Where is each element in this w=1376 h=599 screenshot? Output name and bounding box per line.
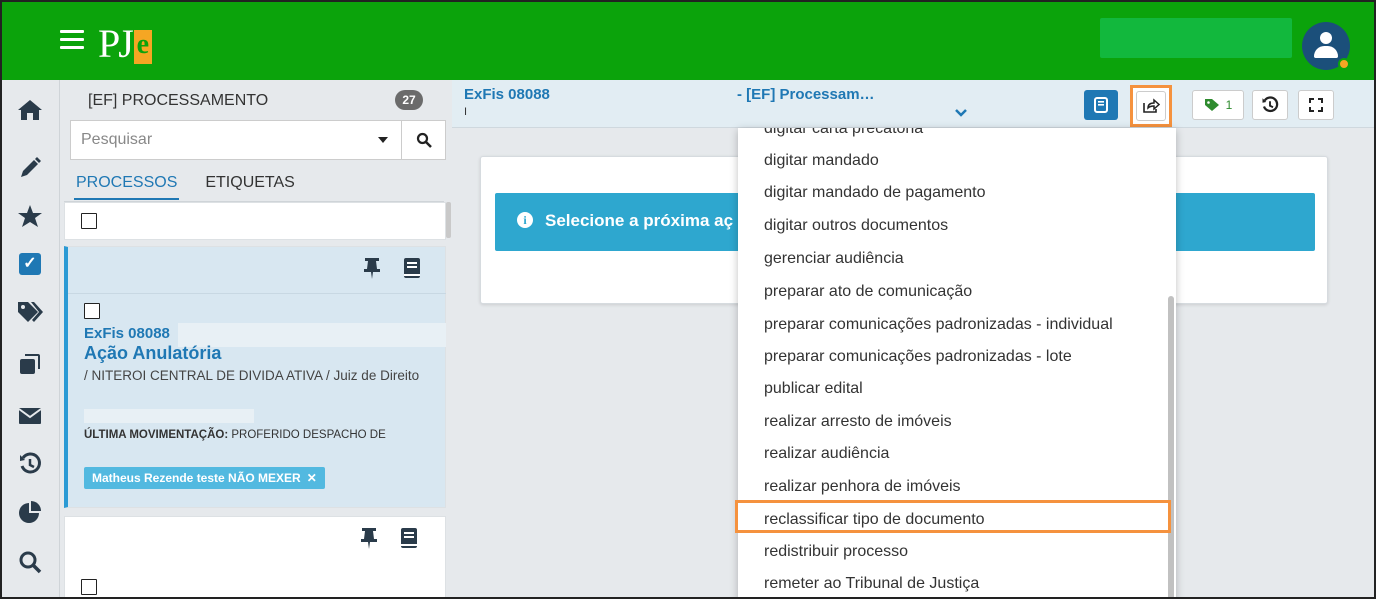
select-checkbox[interactable] [81,213,97,229]
process-tab-sub: I [464,106,468,118]
autos-button[interactable] [1084,90,1118,120]
process-class[interactable]: Ação Anulatória [84,343,221,364]
history-icon[interactable] [12,446,48,482]
process-location: / NITEROI CENTRAL DE DIVIDA ATIVA / Juiz… [84,368,420,383]
dropdown-item[interactable]: redistribuir processo [764,543,908,561]
dropdown-item[interactable]: gerenciar audiência [764,250,904,268]
tag-remove-icon[interactable]: ✕ [307,467,317,489]
process-tab-bar: ExFis 08088 - [EF] Processam… I 1 [452,80,1374,128]
menu-icon[interactable] [60,30,84,50]
tags-icon[interactable] [12,294,48,330]
process-number[interactable]: ExFis 08088 [84,325,170,342]
pin-icon[interactable] [359,527,379,549]
transition-button[interactable] [1130,85,1172,127]
search-box [70,120,446,160]
last-movement: ÚLTIMA MOVIMENTAÇÃO: PROFERIDO DESPACHO … [84,429,386,441]
pje-logo[interactable]: PJ e [98,18,152,64]
tag-chip[interactable]: Matheus Rezende teste NÃO MEXER ✕ [84,467,325,489]
dropdown-item[interactable]: digitar carta precatória [764,128,923,138]
status-dot [1338,58,1350,70]
process-tab-number[interactable]: ExFis 08088 [464,86,550,103]
logo-accent: e [133,30,152,64]
avatar-head [1320,32,1332,44]
process-list-panel: [EF] PROCESSAMENTO 27 PROCESSOS ETIQUETA… [60,80,452,597]
search-filter-dropdown[interactable] [365,121,401,159]
transition-dropdown: digitar carta precatória digitar mandado… [738,128,1176,597]
dropdown-item[interactable]: digitar outros documentos [764,217,948,235]
count-badge: 27 [395,90,423,110]
dropdown-item[interactable]: realizar audiência [764,445,889,463]
redacted-line [84,409,254,423]
list-item[interactable] [64,202,446,240]
fullscreen-button[interactable] [1298,90,1334,120]
home-icon[interactable] [12,92,48,128]
book-icon [1094,97,1108,113]
tab-etiquetas[interactable]: ETIQUETAS [203,174,297,200]
tags-button[interactable]: 1 [1192,90,1244,120]
pin-icon[interactable] [362,257,382,279]
book-icon[interactable] [402,257,422,279]
app-window: PJ e ✓ [EF] PROCESSAMENTO 27 Pesquisar P… [0,0,1376,599]
last-movement-value: PROFERIDO DESPACHO DE [231,429,386,441]
select-checkbox[interactable] [81,579,97,595]
search-button[interactable] [401,121,445,159]
list-scrollbar[interactable] [446,202,451,238]
dropdown-item[interactable]: realizar penhora de imóveis [764,478,961,496]
panel-title: [EF] PROCESSAMENTO [88,92,269,109]
left-icon-rail: ✓ [2,80,60,597]
star-icon[interactable] [12,198,48,234]
info-message: Selecione a próxima aç [545,211,734,230]
tag-label: Matheus Rezende teste NÃO MEXER [92,471,301,485]
dropdown-item-reclassificar[interactable]: reclassificar tipo de documento [764,511,985,529]
tag-icon [1204,99,1219,111]
tags-count: 1 [1225,98,1233,112]
list-item-selected[interactable]: ExFis 08088 Ação Anulatória / NITEROI CE… [64,246,446,508]
last-movement-label: ÚLTIMA MOVIMENTAÇÃO: [84,429,229,441]
select-checkbox[interactable] [84,303,100,319]
panel-tabs: PROCESSOS ETIQUETAS [74,174,321,200]
checkbox-icon[interactable]: ✓ [12,246,48,282]
user-avatar[interactable] [1302,22,1350,70]
list-item[interactable] [64,516,446,597]
card-divider [68,293,446,294]
share-icon [1136,91,1166,121]
pencil-icon[interactable] [12,150,48,186]
dropdown-item[interactable]: preparar comunicações padronizadas - lot… [764,348,1072,366]
user-info-box [1100,18,1292,58]
fullscreen-icon [1309,98,1323,112]
search-icon [416,132,432,148]
caret-down-icon [378,137,388,143]
dropdown-item[interactable]: realizar arresto de imóveis [764,413,952,431]
logo-text: PJ [98,21,134,66]
top-header: PJ e [2,2,1374,80]
dropdown-item[interactable]: remeter ao Tribunal de Justiça [764,575,979,593]
search-icon[interactable] [12,544,48,580]
history-icon [1262,96,1279,113]
history-button[interactable] [1252,90,1288,120]
copy-icon[interactable] [12,346,48,382]
dropdown-item[interactable]: publicar edital [764,380,863,398]
dropdown-item[interactable]: preparar comunicações padronizadas - ind… [764,316,1113,334]
pie-chart-icon[interactable] [12,494,48,530]
dropdown-item[interactable]: digitar mandado [764,152,879,170]
dropdown-scrollbar[interactable] [1168,296,1174,597]
dropdown-item[interactable]: digitar mandado de pagamento [764,184,986,202]
dropdown-item[interactable]: preparar ato de comunicação [764,283,972,301]
avatar-body [1314,46,1338,58]
book-icon[interactable] [399,527,419,549]
process-tab-task[interactable]: - [EF] Processam… [737,86,875,103]
search-input[interactable] [71,121,365,159]
envelope-icon[interactable] [12,398,48,434]
tab-processos[interactable]: PROCESSOS [74,174,180,200]
info-icon: i [517,212,533,228]
chevron-down-icon[interactable] [954,106,968,120]
